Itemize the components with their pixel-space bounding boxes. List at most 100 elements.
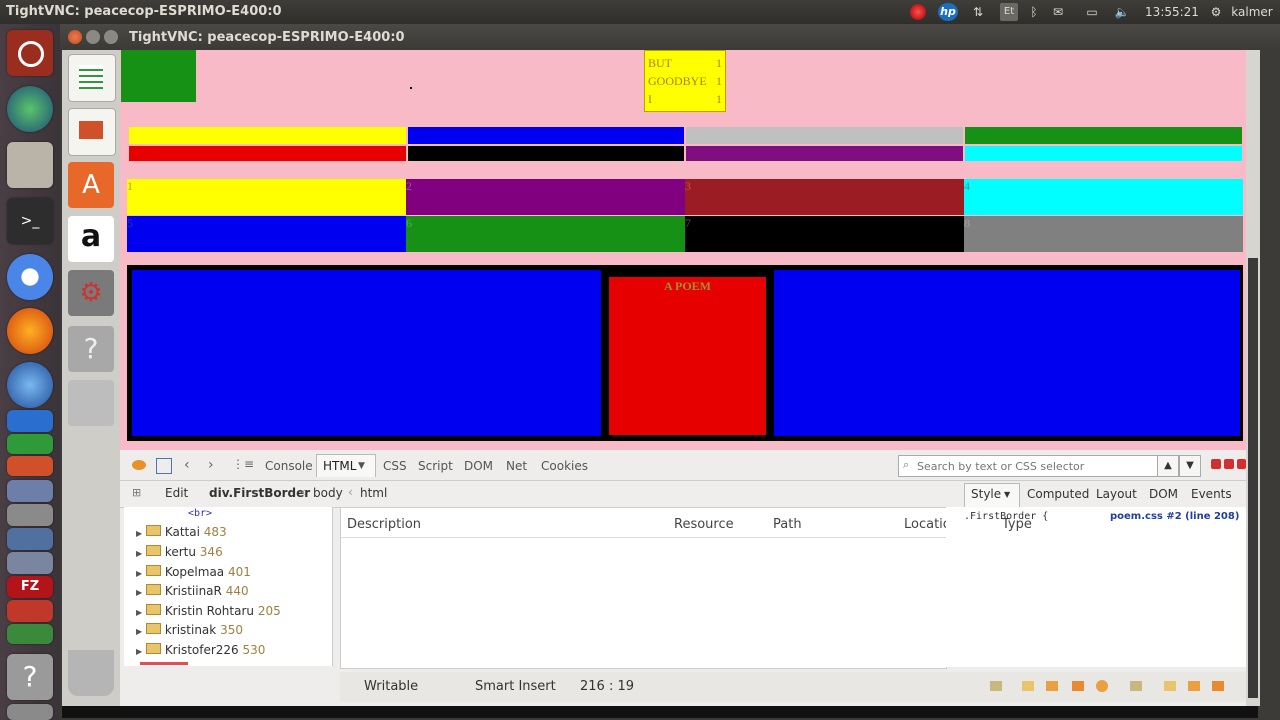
file-manager-icon[interactable]	[7, 142, 53, 188]
drive-icon[interactable]	[68, 380, 114, 426]
amazon-icon[interactable]: a	[68, 216, 114, 262]
breadcrumb-menu-icon[interactable]: ⊞	[132, 486, 141, 499]
search-prev-icon[interactable]: ▲	[1157, 455, 1179, 477]
side-tab-events[interactable]: Events	[1191, 487, 1232, 501]
stacked-app-icon-1[interactable]	[7, 480, 53, 502]
stacked-app-icon-3[interactable]	[7, 528, 53, 550]
gear-icon[interactable]: ⚙	[1208, 3, 1224, 21]
firebug-icon[interactable]	[132, 460, 146, 470]
side-tab-computed[interactable]: Computed	[1027, 487, 1089, 501]
chromium-icon[interactable]	[7, 254, 53, 300]
hat-icon[interactable]	[1188, 681, 1200, 691]
help-icon[interactable]: ?	[7, 654, 53, 700]
software-center-icon[interactable]: A	[68, 162, 114, 208]
breadcrumb-body[interactable]: body	[313, 486, 343, 500]
tree-item[interactable]: ▶ kristinak 350	[136, 623, 243, 641]
maximize-icon[interactable]	[104, 30, 118, 44]
column-resource[interactable]: Resource	[674, 517, 734, 532]
presentation-icon[interactable]	[68, 108, 116, 156]
firefox-icon[interactable]	[7, 308, 53, 354]
breadcrumb-html[interactable]: html	[360, 486, 387, 500]
scrollbar-thumb[interactable]	[1248, 258, 1258, 698]
terminal-icon[interactable]: >_	[7, 198, 53, 244]
expand-icon[interactable]: ▶	[136, 647, 142, 656]
record-icon[interactable]	[910, 4, 926, 20]
trash-icon[interactable]	[68, 650, 114, 696]
keyboard-layout-indicator[interactable]: Et	[1000, 3, 1018, 21]
close-icon[interactable]	[68, 30, 82, 44]
bookmark-icon[interactable]	[1130, 681, 1142, 691]
libreoffice-impress-icon[interactable]	[7, 456, 53, 476]
side-tab-dom[interactable]: DOM	[1149, 487, 1178, 501]
tab-console[interactable]: Console	[265, 459, 313, 473]
mail-icon[interactable]: ✉	[1048, 3, 1068, 21]
minimize-icon[interactable]	[86, 30, 100, 44]
vnc-viewer-icon[interactable]	[7, 86, 53, 132]
column-type[interactable]: Type	[1002, 517, 1032, 532]
side-tab-style[interactable]: Style	[971, 487, 1001, 501]
tree-item[interactable]: ▶ Kristin Rohtaru 205	[136, 604, 281, 622]
filezilla-icon[interactable]: FZ	[7, 576, 53, 598]
search-field[interactable]: ⌕	[898, 455, 1158, 477]
expand-icon[interactable]: ▶	[136, 627, 142, 636]
tab-script[interactable]: Script	[418, 459, 453, 473]
horizontal-scrollbar[interactable]	[62, 706, 1258, 718]
minimize-firebug-icon[interactable]	[1211, 459, 1221, 469]
pen-icon[interactable]	[1072, 681, 1084, 691]
trash-icon[interactable]	[7, 704, 53, 720]
tab-html[interactable]: HTML	[323, 459, 356, 473]
spreadsheet-icon[interactable]	[68, 54, 116, 102]
edit-button[interactable]: Edit	[165, 486, 188, 500]
breadcrumb-current[interactable]: div.FirstBorder	[209, 486, 310, 500]
system-settings-icon[interactable]: ⚙	[68, 270, 114, 316]
hat-icon[interactable]	[1046, 681, 1058, 691]
column-description[interactable]: Description	[347, 517, 421, 532]
stacked-app-icon-2[interactable]	[7, 504, 53, 526]
column-path[interactable]: Path	[773, 517, 802, 532]
pen-icon[interactable]	[1212, 681, 1224, 691]
chevron-down-icon[interactable]: ▼	[358, 461, 365, 471]
console-toggle-icon[interactable]: ⋮≡	[232, 457, 254, 471]
ubuntu-dash-icon[interactable]	[7, 30, 53, 76]
hp-icon[interactable]: hp	[938, 3, 958, 21]
tab-cookies[interactable]: Cookies	[541, 459, 588, 473]
settings-icon[interactable]	[1096, 680, 1108, 692]
tree-item[interactable]: ▶ KristiinaR 440	[136, 584, 249, 602]
tree-item[interactable]: ▶ kertu 346	[136, 545, 223, 563]
forward-icon[interactable]: ›	[208, 457, 214, 473]
bookmark-icon[interactable]	[990, 681, 1002, 691]
tab-css[interactable]: CSS	[383, 459, 407, 473]
chevron-down-icon[interactable]: ▼	[1004, 490, 1010, 499]
tab-dom[interactable]: DOM	[464, 459, 493, 473]
search-input[interactable]	[915, 457, 1155, 475]
bluetooth-icon[interactable]: ᛒ	[1026, 3, 1042, 21]
battery-icon[interactable]: ▭	[1080, 3, 1104, 21]
expand-icon[interactable]: ▶	[136, 569, 142, 578]
libreoffice-calc-icon[interactable]	[7, 434, 53, 454]
expand-icon[interactable]: ▶	[136, 529, 142, 538]
inspect-icon[interactable]	[156, 458, 172, 474]
network-icon[interactable]: ⇅	[968, 3, 988, 21]
stacked-app-icon-4[interactable]	[7, 552, 53, 574]
css-rule-source[interactable]: poem.css #2 (line 208)	[1110, 511, 1239, 522]
back-icon[interactable]: ‹	[184, 457, 190, 473]
expand-icon[interactable]: ▶	[136, 549, 142, 558]
folder-icon[interactable]	[1164, 681, 1176, 691]
stacked-app-icon-6[interactable]	[7, 624, 53, 644]
tree-item[interactable]: ▶ Kopelmaa 401	[136, 565, 251, 583]
side-tab-layout[interactable]: Layout	[1096, 487, 1137, 501]
expand-icon[interactable]: ▶	[136, 608, 142, 617]
folder-icon[interactable]	[1022, 681, 1034, 691]
close-icon[interactable]	[1237, 459, 1246, 469]
stacked-app-icon-5[interactable]	[7, 600, 53, 622]
vertical-scrollbar[interactable]	[1246, 50, 1260, 706]
tree-item[interactable]: ▶ Kattai 483	[136, 525, 227, 543]
tab-net[interactable]: Net	[506, 459, 527, 473]
clock[interactable]: 13:55:21	[1140, 3, 1204, 21]
search-next-icon[interactable]: ▼	[1179, 455, 1201, 477]
help-icon[interactable]: ?	[68, 326, 114, 372]
thunderbird-icon[interactable]	[7, 362, 53, 408]
volume-icon[interactable]: 🔈	[1112, 3, 1132, 21]
tree-item[interactable]: ▶ Kristofer226 530	[136, 643, 265, 661]
user-name[interactable]: kalmer	[1228, 3, 1276, 21]
